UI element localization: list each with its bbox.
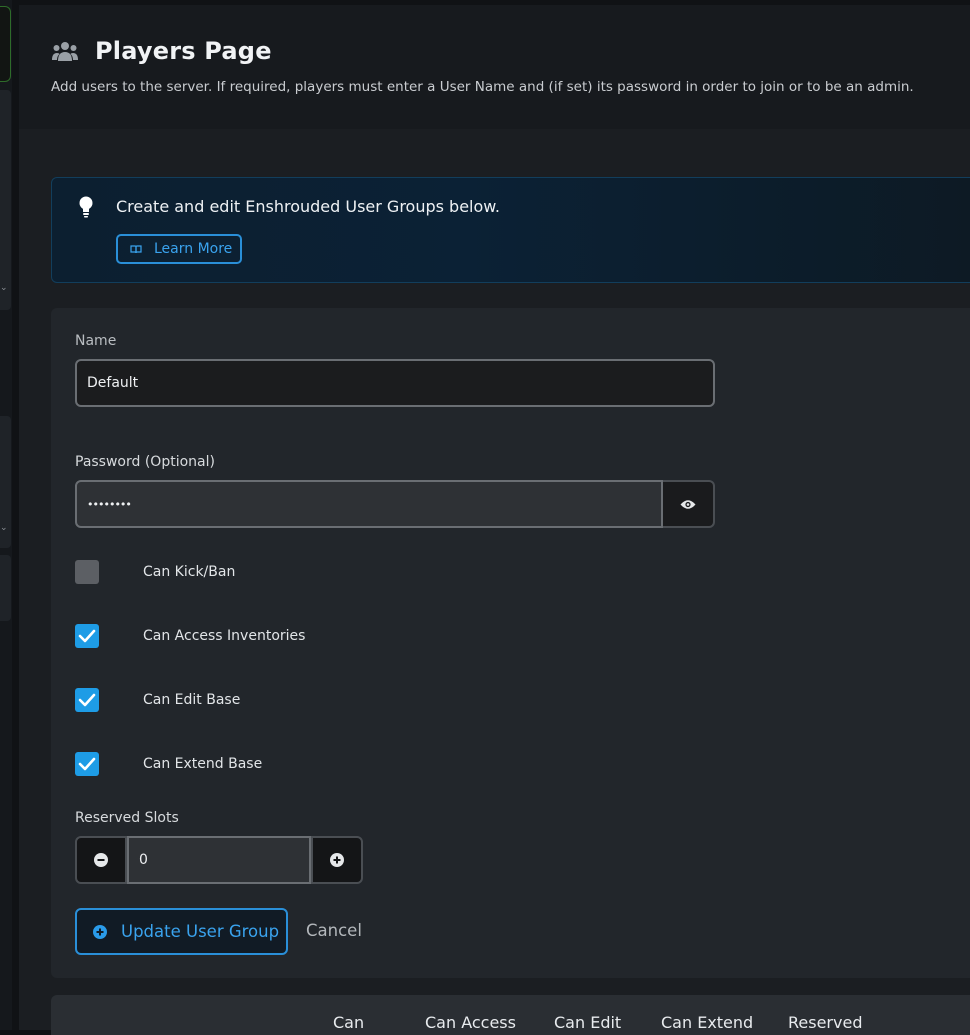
can-kick-ban-label: Can Kick/Ban	[143, 564, 236, 580]
chevron-down-icon[interactable]: ⌄	[0, 523, 8, 533]
sidebar-section	[0, 555, 11, 621]
can-extend-base-label: Can Extend Base	[143, 756, 263, 772]
user-groups-table-header: Can Can Access Can Edit Can Extend Reser…	[51, 995, 970, 1035]
sidebar-section	[0, 90, 11, 310]
reserved-slots-input[interactable]: 0	[127, 836, 311, 884]
update-button-label: Update User Group	[121, 922, 280, 941]
lightbulb-icon	[79, 196, 93, 218]
book-icon	[130, 244, 142, 253]
plus-circle-icon	[93, 924, 107, 939]
can-edit-base-label: Can Edit Base	[143, 692, 241, 708]
checkmark-icon	[78, 693, 96, 707]
info-callout: Create and edit Enshrouded User Groups b…	[51, 177, 970, 283]
sidebar-active-tab[interactable]	[0, 6, 11, 82]
learn-more-label: Learn More	[154, 241, 233, 257]
cancel-button[interactable]: Cancel	[306, 921, 362, 940]
column-header[interactable]: Can Access	[425, 1013, 516, 1032]
show-password-button[interactable]	[663, 480, 715, 528]
plus-circle-icon	[330, 853, 344, 867]
password-label: Password (Optional)	[75, 454, 215, 470]
left-sidebar: ⌄ ⌄	[0, 0, 12, 1030]
can-access-inventories-checkbox[interactable]	[75, 624, 99, 648]
name-input[interactable]: Default	[75, 359, 715, 407]
learn-more-button[interactable]: Learn More	[116, 234, 242, 264]
can-edit-base-checkbox[interactable]	[75, 688, 99, 712]
checkmark-icon	[78, 757, 96, 771]
update-user-group-button[interactable]: Update User Group	[75, 908, 288, 955]
column-header[interactable]: Reserved	[788, 1013, 862, 1032]
increment-button[interactable]	[311, 836, 363, 884]
name-label: Name	[75, 333, 117, 349]
column-header[interactable]: Can Edit	[554, 1013, 621, 1032]
can-kick-ban-checkbox[interactable]	[75, 560, 99, 584]
password-value: ••••••••	[87, 497, 132, 511]
can-extend-base-checkbox[interactable]	[75, 752, 99, 776]
users-icon	[52, 42, 78, 61]
reserved-slots-label: Reserved Slots	[75, 810, 179, 826]
chevron-down-icon[interactable]: ⌄	[0, 283, 8, 293]
name-value: Default	[87, 375, 139, 391]
column-header[interactable]: Can	[333, 1013, 364, 1032]
decrement-button[interactable]	[75, 836, 127, 884]
reserved-slots-value: 0	[139, 852, 148, 868]
page-title: Players Page	[95, 37, 272, 65]
column-header[interactable]: Can Extend	[661, 1013, 753, 1032]
password-input[interactable]: ••••••••	[75, 480, 663, 528]
checkmark-icon	[78, 629, 96, 643]
callout-text: Create and edit Enshrouded User Groups b…	[116, 197, 500, 216]
page-header: Players Page Add users to the server. If…	[19, 5, 970, 129]
can-access-inventories-label: Can Access Inventories	[143, 628, 306, 644]
page-description: Add users to the server. If required, pl…	[51, 79, 914, 95]
minus-circle-icon	[94, 853, 108, 867]
eye-icon	[680, 499, 696, 509]
